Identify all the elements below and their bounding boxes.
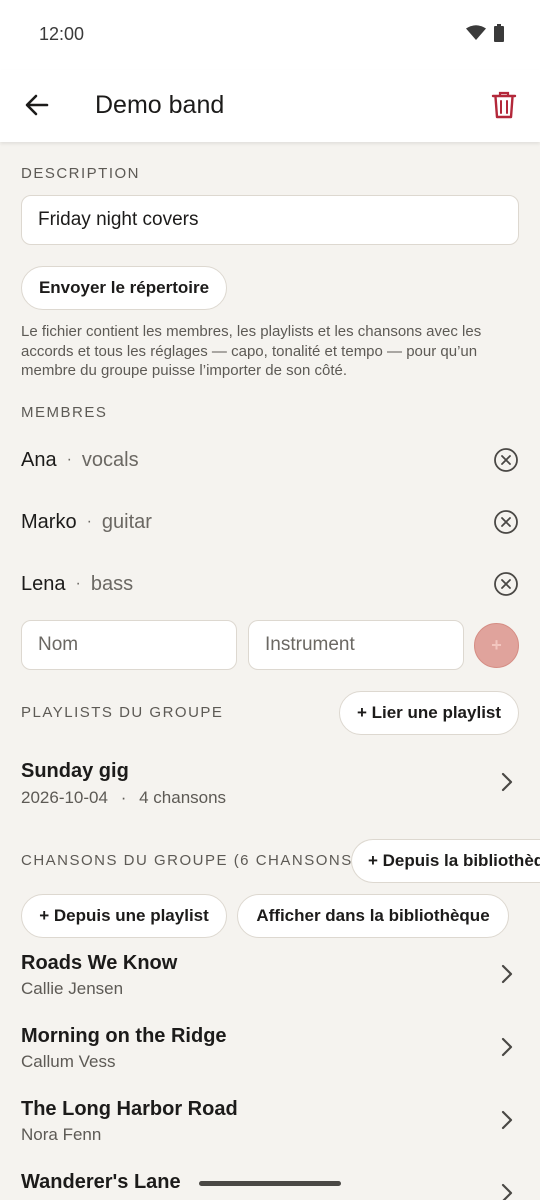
add-member-button[interactable]: +: [474, 623, 519, 668]
member-name-input[interactable]: Nom: [21, 620, 237, 670]
member-instrument: guitar: [101, 510, 152, 533]
description-field[interactable]: Friday night covers: [21, 195, 519, 245]
member-name: Lena: [21, 572, 66, 595]
chevron-right-icon: [501, 1183, 513, 1200]
playlist-meta: 2026-10-04 · 4 chansons: [21, 788, 226, 808]
song-artist: Callie Jensen: [21, 979, 124, 998]
song-title: Roads We Know: [21, 952, 178, 974]
member-name: Marko: [21, 510, 77, 533]
member-separator: ·: [86, 513, 92, 530]
member-instrument-placeholder: Instrument: [265, 634, 355, 655]
description-value: Friday night covers: [38, 209, 199, 230]
member-name: Ana: [21, 448, 57, 471]
song-row[interactable]: The Long Harbor Road Nora Fenn: [0, 1098, 540, 1160]
add-from-playlist-button[interactable]: + Depuis une playlist: [21, 894, 227, 938]
link-playlist-button[interactable]: + Lier une playlist: [339, 691, 519, 735]
status-time: 12:00: [39, 24, 85, 44]
member-separator: ·: [75, 575, 81, 592]
member-row: Ana · vocals: [21, 440, 521, 480]
send-repertoire-button[interactable]: Envoyer le répertoire: [21, 266, 227, 310]
chevron-right-icon: [501, 1110, 513, 1130]
page-title: Demo band: [95, 91, 225, 119]
trash-icon[interactable]: [490, 90, 518, 120]
add-member-label: +: [491, 635, 502, 655]
status-icons: [466, 24, 504, 42]
arrow-back-icon[interactable]: [22, 90, 52, 120]
song-artist: Nora Fenn: [21, 1125, 102, 1144]
member-instrument: bass: [90, 572, 134, 595]
share-helper-text: Le fichier contient les membres, les pla…: [21, 323, 482, 379]
song-title: The Long Harbor Road: [21, 1098, 238, 1120]
add-from-library-button[interactable]: + Depuis la bibliothèque: [351, 839, 540, 883]
description-label: DESCRIPTION: [21, 165, 141, 182]
status-bar: 12:00: [0, 0, 540, 70]
chevron-right-icon: [501, 964, 513, 984]
playlist-separator: ·: [120, 788, 127, 807]
member-instrument: vocals: [81, 448, 139, 471]
songs-label: CHANSONS DU GROUPE (6 CHANSONS): [21, 852, 360, 869]
member-row: Lena · bass: [21, 564, 521, 604]
remove-circle-icon[interactable]: [493, 571, 519, 597]
member-name-placeholder: Nom: [38, 634, 79, 655]
chevron-right-icon: [501, 1037, 513, 1057]
chevron-right-icon: [501, 772, 513, 792]
song-row[interactable]: Roads We Know Callie Jensen: [0, 952, 540, 1014]
member-instrument-input[interactable]: Instrument: [248, 620, 464, 670]
playlists-label: PLAYLISTS DU GROUPE: [21, 704, 224, 721]
battery-icon: [494, 24, 504, 42]
song-title: Morning on the Ridge: [21, 1025, 227, 1047]
playlist-name: Sunday gig: [21, 760, 129, 782]
song-title: Wanderer's Lane: [21, 1171, 181, 1193]
playlist-row[interactable]: Sunday gig 2026-10-04 · 4 chansons: [0, 752, 540, 816]
member-row: Marko · guitar: [21, 502, 521, 542]
wifi-icon: [466, 25, 486, 40]
app-bar: Demo band: [0, 70, 540, 142]
song-row[interactable]: Morning on the Ridge Callum Vess: [0, 1025, 540, 1087]
member-separator: ·: [66, 451, 72, 468]
song-artist: Callum Vess: [21, 1052, 116, 1071]
remove-circle-icon[interactable]: [493, 447, 519, 473]
playlist-date: 2026-10-04: [21, 788, 108, 807]
members-label: MEMBRES: [21, 404, 108, 421]
show-in-library-button[interactable]: Afficher dans la bibliothèque: [237, 894, 509, 938]
playlist-count: 4 chansons: [139, 788, 227, 807]
remove-circle-icon[interactable]: [493, 509, 519, 535]
home-indicator[interactable]: [199, 1181, 341, 1186]
